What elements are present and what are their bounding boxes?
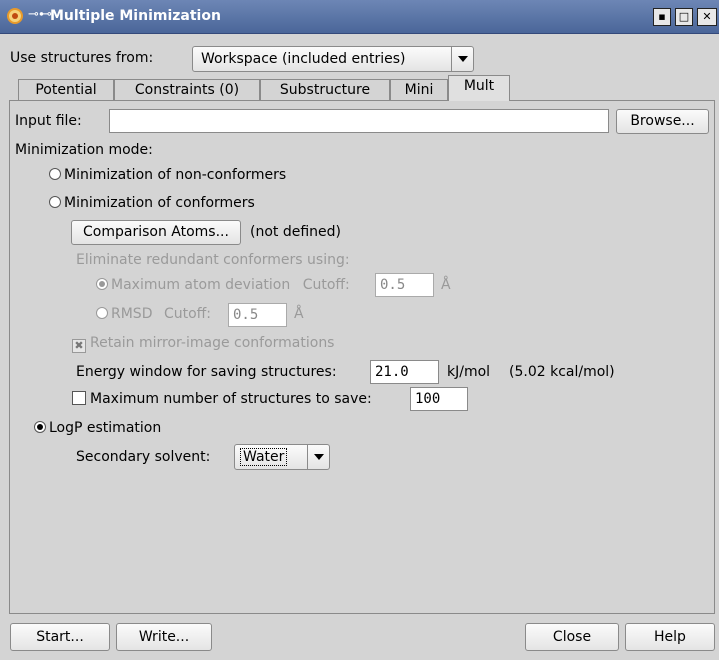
secondary-solvent-label: Secondary solvent:: [76, 449, 211, 465]
solvent-select[interactable]: Water: [234, 444, 330, 470]
tab-substructure[interactable]: Substructure: [260, 79, 390, 100]
input-file-label: Input file:: [15, 113, 82, 129]
max-structures-checkbox[interactable]: Maximum number of structures to save:: [72, 391, 372, 407]
input-file-field[interactable]: [109, 109, 609, 133]
tab-mult[interactable]: Mult: [448, 75, 510, 101]
radio-icon[interactable]: [49, 168, 61, 180]
retain-mirror-checkbox[interactable]: ✖ Retain mirror-image conformations: [72, 335, 334, 353]
close-window-icon[interactable]: ✕: [697, 8, 717, 26]
solvent-select-value: Water: [240, 448, 288, 466]
radio-conformers[interactable]: Minimization of conformers: [49, 195, 255, 211]
angstrom-unit: Å: [294, 306, 304, 322]
radio-max-atom-deviation[interactable]: Maximum atom deviation Cutoff:: [96, 277, 350, 293]
radio-icon[interactable]: [96, 307, 108, 319]
energy-window-input[interactable]: 21.0: [370, 360, 439, 384]
conformers-label: Minimization of conformers: [64, 195, 255, 211]
max-structures-label: Maximum number of structures to save:: [90, 391, 372, 407]
max-deviation-cutoff-input[interactable]: 0.5: [375, 273, 434, 297]
checkbox-icon[interactable]: [72, 391, 86, 405]
radio-icon[interactable]: [96, 278, 108, 290]
structures-select-value: Workspace (included entries): [201, 51, 406, 67]
pin-icon[interactable]: ⊸⊷: [28, 7, 52, 22]
tab-mini[interactable]: Mini: [390, 79, 448, 100]
maximize-icon[interactable]: □: [675, 8, 693, 26]
cutoff-label: Cutoff:: [163, 306, 212, 322]
chevron-down-icon: [451, 47, 473, 71]
window-title: Multiple Minimization: [50, 8, 221, 24]
structures-select[interactable]: Workspace (included entries): [192, 46, 474, 72]
logp-label: LogP estimation: [49, 420, 162, 436]
retain-mirror-label: Retain mirror-image conformations: [90, 335, 335, 351]
comparison-status: (not defined): [250, 224, 341, 240]
cutoff-label: Cutoff:: [302, 277, 350, 293]
minimize-icon[interactable]: ▪: [653, 8, 671, 26]
chevron-down-icon: [307, 445, 329, 469]
tab-potential[interactable]: Potential: [18, 79, 114, 100]
non-conformers-label: Minimization of non-conformers: [64, 167, 287, 183]
checkbox-checked-icon[interactable]: ✖: [72, 339, 86, 353]
radio-logp[interactable]: LogP estimation: [34, 420, 161, 436]
radio-icon[interactable]: [49, 196, 61, 208]
rmsd-cutoff-input[interactable]: 0.5: [228, 303, 287, 327]
app-icon[interactable]: [7, 8, 23, 24]
energy-units: kJ/mol: [447, 364, 491, 380]
structures-label: Use structures from:: [10, 50, 154, 66]
help-button[interactable]: Help: [625, 623, 715, 651]
angstrom-unit: Å: [441, 277, 451, 293]
start-button[interactable]: Start...: [10, 623, 110, 651]
radio-non-conformers[interactable]: Minimization of non-conformers: [49, 167, 286, 183]
eliminate-label: Eliminate redundant conformers using:: [76, 252, 350, 268]
comparison-atoms-button[interactable]: Comparison Atoms...: [71, 220, 241, 245]
max-structures-input[interactable]: 100: [410, 387, 468, 411]
write-button[interactable]: Write...: [116, 623, 212, 651]
energy-kcal: (5.02 kcal/mol): [509, 364, 615, 380]
radio-rmsd[interactable]: RMSD Cutoff:: [96, 306, 211, 322]
tab-constraints[interactable]: Constraints (0): [114, 79, 260, 100]
close-button[interactable]: Close: [525, 623, 619, 651]
browse-button[interactable]: Browse...: [616, 109, 709, 134]
radio-icon[interactable]: [34, 421, 46, 433]
energy-window-label: Energy window for saving structures:: [76, 364, 337, 380]
minimization-mode-label: Minimization mode:: [15, 142, 153, 158]
max-deviation-label: Maximum atom deviation: [111, 277, 291, 293]
rmsd-label: RMSD: [111, 306, 153, 322]
title-bar[interactable]: ⊸⊷ Multiple Minimization ▪ □ ✕: [0, 0, 719, 34]
